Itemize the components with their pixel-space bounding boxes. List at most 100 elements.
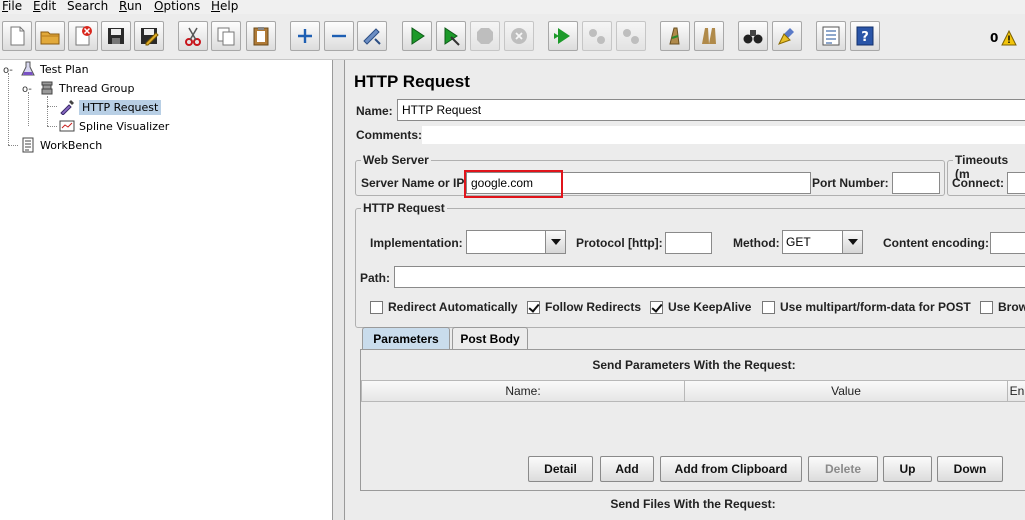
search-button[interactable] xyxy=(738,21,768,51)
tab-parameters[interactable]: Parameters xyxy=(362,327,450,349)
comments-field[interactable] xyxy=(422,126,1025,144)
menu-run[interactable]: Run xyxy=(119,0,142,13)
menu-file[interactable]: File xyxy=(2,0,22,13)
column-header-encode[interactable]: En xyxy=(1007,380,1025,402)
add-from-clipboard-button[interactable]: Add from Clipboard xyxy=(660,456,802,482)
sampler-pipette-icon xyxy=(60,100,74,115)
delete-button[interactable]: Delete xyxy=(808,456,878,482)
start-no-timers-icon xyxy=(444,27,460,46)
remote-start-button[interactable] xyxy=(548,21,578,51)
new-button[interactable] xyxy=(2,21,32,51)
remote-exit-button[interactable] xyxy=(616,21,646,51)
save-as-icon xyxy=(141,28,159,46)
tree-connector xyxy=(47,96,48,126)
http-request-panel: HTTP Request Name: HTTP Request Comments… xyxy=(346,60,1025,520)
clear-all-button[interactable] xyxy=(694,21,724,51)
checkbox-label: Brow xyxy=(998,300,1025,314)
close-button[interactable] xyxy=(68,21,98,51)
help-button[interactable]: ? xyxy=(850,21,880,51)
save-button[interactable] xyxy=(101,21,131,51)
checkbox-box xyxy=(650,300,663,314)
paste-icon xyxy=(253,27,269,46)
menu-edit[interactable]: Edit xyxy=(33,0,56,13)
reset-search-icon xyxy=(777,28,794,45)
menu-search[interactable]: Search xyxy=(67,0,108,13)
down-button[interactable]: Down xyxy=(937,456,1003,482)
remote-start-icon xyxy=(554,28,570,44)
method-select[interactable]: GET xyxy=(782,230,863,254)
parameters-table-body[interactable] xyxy=(361,402,1025,448)
content-encoding-field[interactable] xyxy=(990,232,1025,254)
port-number-label: Port Number: xyxy=(812,176,889,190)
connect-timeout-field[interactable] xyxy=(1007,172,1025,194)
clear-button[interactable] xyxy=(660,21,690,51)
tree-node-workbench[interactable]: WorkBench xyxy=(20,136,102,154)
add-button[interactable]: Add xyxy=(600,456,654,482)
page-title: HTTP Request xyxy=(354,72,470,91)
open-button[interactable] xyxy=(35,21,65,51)
reset-search-button[interactable] xyxy=(772,21,802,51)
expand-toggle-icon[interactable]: o- xyxy=(3,65,13,76)
tree-connector xyxy=(8,73,9,145)
method-label: Method: xyxy=(733,236,780,250)
multipart-form-data-checkbox[interactable]: Use multipart/form-data for POST xyxy=(762,300,971,314)
use-keepalive-checkbox[interactable]: Use KeepAlive xyxy=(650,300,751,314)
tree-node-spline-visualizer[interactable]: Spline Visualizer xyxy=(59,117,169,135)
menu-options[interactable]: Options xyxy=(154,0,200,13)
detail-button[interactable]: Detail xyxy=(528,456,593,482)
port-number-field[interactable] xyxy=(892,172,940,194)
follow-redirects-checkbox[interactable]: Follow Redirects xyxy=(527,300,641,314)
help-icon: ? xyxy=(856,26,874,46)
name-label: Name: xyxy=(356,104,393,118)
copy-button[interactable] xyxy=(211,21,241,51)
redirect-automatically-checkbox[interactable]: Redirect Automatically xyxy=(370,300,518,314)
function-helper-button[interactable] xyxy=(816,21,846,51)
stop-button[interactable] xyxy=(470,21,500,51)
split-pane-divider[interactable] xyxy=(333,60,345,520)
save-as-button[interactable] xyxy=(134,21,164,51)
visualizer-icon xyxy=(59,120,75,132)
collapse-all-button[interactable] xyxy=(324,21,354,51)
checkbox-label: Use KeepAlive xyxy=(668,300,752,314)
remote-stop-button[interactable] xyxy=(582,21,612,51)
tree-node-test-plan[interactable]: Test Plan xyxy=(20,60,89,78)
menu-help[interactable]: Help xyxy=(211,0,238,13)
start-no-timers-button[interactable] xyxy=(436,21,466,51)
expand-icon xyxy=(298,29,312,43)
expand-all-button[interactable] xyxy=(290,21,320,51)
close-icon xyxy=(75,26,92,46)
start-button[interactable] xyxy=(402,21,432,51)
browser-compatible-checkbox[interactable]: Brow xyxy=(980,300,1025,314)
paste-button[interactable] xyxy=(246,21,276,51)
cut-button[interactable] xyxy=(178,21,208,51)
implementation-select[interactable] xyxy=(466,230,566,254)
tab-post-body[interactable]: Post Body xyxy=(452,327,528,349)
shutdown-button[interactable] xyxy=(504,21,534,51)
comments-label: Comments: xyxy=(356,128,423,142)
protocol-field[interactable] xyxy=(665,232,712,254)
start-icon xyxy=(411,27,425,45)
tree-node-thread-group[interactable]: Thread Group xyxy=(39,79,134,97)
warning-icon[interactable] xyxy=(1001,30,1017,46)
checkbox-box xyxy=(980,300,993,314)
send-parameters-heading: Send Parameters With the Request: xyxy=(592,358,796,372)
parameters-tab-content: Send Parameters With the Request: Name: … xyxy=(360,349,1025,491)
cut-icon xyxy=(185,27,201,46)
name-field[interactable]: HTTP Request xyxy=(397,99,1025,121)
toolbar: ? 0 xyxy=(0,14,1025,60)
checkbox-label: Follow Redirects xyxy=(545,300,642,314)
http-request-group-title: HTTP Request xyxy=(361,201,447,215)
error-count: 0 xyxy=(990,31,999,45)
connect-timeout-label: Connect: xyxy=(952,176,1004,190)
path-field[interactable] xyxy=(394,266,1025,288)
chevron-down-icon xyxy=(545,231,565,253)
tree-node-http-request[interactable]: HTTP Request xyxy=(59,98,162,116)
collapse-icon xyxy=(332,34,346,38)
expand-toggle-icon[interactable]: o- xyxy=(22,84,32,95)
toggle-button[interactable] xyxy=(357,21,387,51)
column-header-name[interactable]: Name: xyxy=(361,380,685,402)
up-button[interactable]: Up xyxy=(883,456,932,482)
thread-group-icon xyxy=(41,81,53,95)
column-header-value[interactable]: Value xyxy=(684,380,1008,402)
content-encoding-label: Content encoding: xyxy=(883,236,989,250)
